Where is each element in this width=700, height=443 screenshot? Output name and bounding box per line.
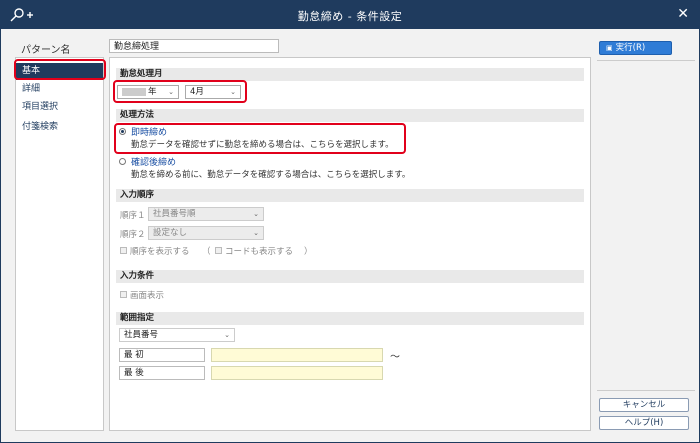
order1-select[interactable]: 社員番号順 ⌄ xyxy=(148,207,264,221)
order2-select[interactable]: 設定なし ⌄ xyxy=(148,226,264,240)
range-last-label: 最 後 xyxy=(119,366,205,380)
paren-close: ） xyxy=(304,247,313,257)
range-field-select[interactable]: 社員番号 ⌄ xyxy=(119,328,235,342)
close-icon[interactable]: ✕ xyxy=(677,6,689,22)
chevron-down-icon: ⌄ xyxy=(230,88,236,96)
month-section-header: 勤怠処理月 xyxy=(116,68,584,81)
divider xyxy=(597,60,695,61)
screen-display-checkbox[interactable] xyxy=(120,291,127,298)
chevron-down-icon: ⌄ xyxy=(253,210,259,218)
immediate-close-desc: 勤怠データを確認せずに勤怠を締める場合は、こちらを選択します。 xyxy=(131,140,394,150)
confirm-close-desc: 勤怠を締める前に、勤怠データを確認する場合は、こちらを選択します。 xyxy=(131,170,411,180)
method-section-header: 処理方法 xyxy=(116,109,584,122)
year-select[interactable]: 年 ⌄ xyxy=(117,85,179,99)
show-order-checkbox[interactable] xyxy=(120,247,127,254)
paren-open: （ xyxy=(202,247,211,257)
run-button[interactable]: ▣ 実行(R) xyxy=(599,41,672,55)
window-title: 勤怠締め - 条件設定 xyxy=(297,10,403,23)
year-value-mask xyxy=(122,87,146,96)
range-last-input[interactable] xyxy=(211,366,383,380)
range-first-label: 最 初 xyxy=(119,348,205,362)
play-icon: ▣ xyxy=(606,44,613,52)
chevron-down-icon: ⌄ xyxy=(224,331,230,339)
range-field-value: 社員番号 xyxy=(124,330,159,340)
order2-label: 順序２ xyxy=(120,230,146,240)
range-first-input[interactable] xyxy=(211,348,383,362)
nav-item-field-select[interactable]: 項目選択 xyxy=(16,99,103,116)
show-order-label: 順序を表示する xyxy=(130,247,190,257)
pattern-name-label: パターン名 xyxy=(21,45,71,56)
side-nav: 基本 詳細 項目選択 付箋検索 xyxy=(15,57,104,431)
nav-item-basic[interactable]: 基本 xyxy=(16,63,103,80)
confirm-close-label[interactable]: 確認後締め xyxy=(131,155,176,168)
screen-display-label: 画面表示 xyxy=(130,291,165,301)
nav-item-detail[interactable]: 詳細 xyxy=(16,81,103,98)
divider xyxy=(597,390,695,391)
show-code-checkbox[interactable] xyxy=(215,247,222,254)
order1-label: 順序１ xyxy=(120,211,146,221)
year-suffix: 年 xyxy=(148,87,157,97)
month-value: 4月 xyxy=(190,87,204,97)
range-section-header: 範囲指定 xyxy=(116,312,584,325)
show-code-label: コードも表示する xyxy=(225,247,294,257)
input-cond-section-header: 入力条件 xyxy=(116,270,584,283)
main-panel: 勤怠処理月 年 ⌄ 4月 ⌄ 処理方法 即時締め 勤怠データを確認せずに勤怠を締… xyxy=(109,57,591,431)
pattern-name-input[interactable]: 勤怠締処理 xyxy=(109,39,279,53)
nav-item-sticky-search[interactable]: 付箋検索 xyxy=(16,119,103,136)
dialog-window: 勤怠締め - 条件設定 ✕ パターン名 勤怠締処理 基本 詳細 項目選択 付箋検… xyxy=(0,0,700,443)
help-button[interactable]: ヘルプ(H) xyxy=(599,416,689,430)
run-button-label: 実行(R) xyxy=(615,43,646,53)
title-bar: 勤怠締め - 条件設定 ✕ xyxy=(1,1,699,29)
cancel-button[interactable]: キャンセル xyxy=(599,398,689,412)
order-section-header: 入力順序 xyxy=(116,189,584,202)
month-select[interactable]: 4月 ⌄ xyxy=(185,85,241,99)
chevron-down-icon: ⌄ xyxy=(253,229,259,237)
radio-confirm-close[interactable] xyxy=(119,158,126,165)
order1-value: 社員番号順 xyxy=(153,209,196,219)
range-tilde: ～ xyxy=(390,352,400,363)
chevron-down-icon: ⌄ xyxy=(168,88,174,96)
immediate-close-label[interactable]: 即時締め xyxy=(131,125,167,138)
order2-value: 設定なし xyxy=(153,228,188,238)
radio-immediate-close[interactable] xyxy=(119,128,126,135)
